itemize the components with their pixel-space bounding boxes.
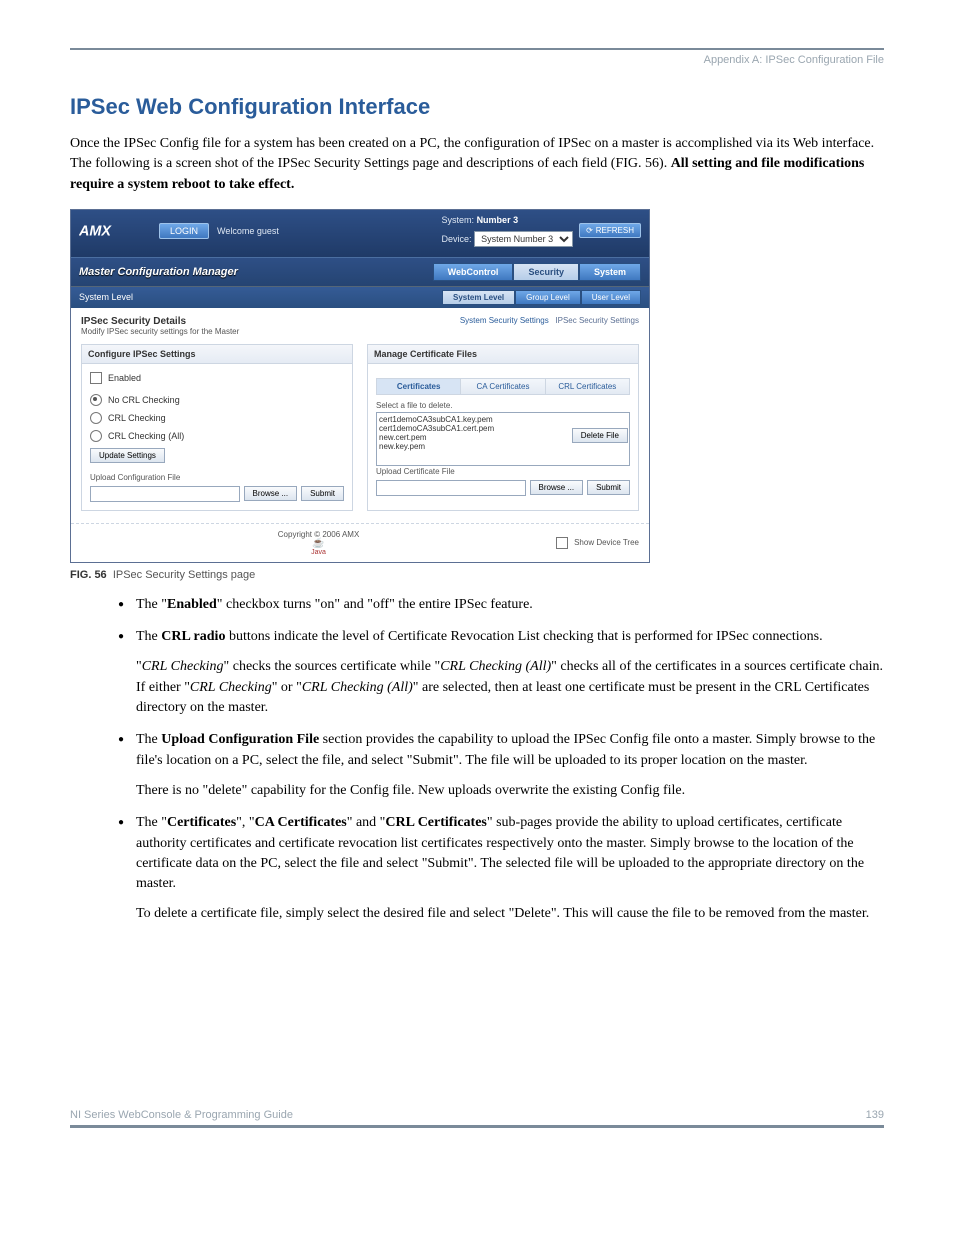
show-tree-label: Show Device Tree [574,538,639,547]
update-settings-button[interactable]: Update Settings [90,448,165,463]
upload-config-input[interactable] [90,486,240,502]
figure-caption-text: IPSec Security Settings page [113,569,255,581]
footer-page-number: 139 [866,1109,884,1121]
screenshot-panel: AMX LOGIN Welcome guest System: Number 3… [70,209,650,563]
file-item[interactable]: new.key.pem [379,442,627,451]
submit-cert-button[interactable]: Submit [587,480,630,495]
subtab-crl-certificates[interactable]: CRL Certificates [546,379,629,394]
link-ipsec-security[interactable]: IPSec Security Settings [555,316,639,325]
cert-subtabs: Certificates CA Certificates CRL Certifi… [376,378,630,395]
browse-cert-button[interactable]: Browse ... [530,480,584,495]
system-info: System: Number 3 Device: System Number 3 [442,215,574,247]
enabled-label: Enabled [108,373,141,383]
bullet-list: The "Enabled" checkbox turns "on" and "o… [70,595,884,925]
radio-crl-all[interactable] [90,430,102,442]
submit-config-button[interactable]: Submit [301,486,344,501]
bullet-crl-radio: The CRL radio buttons indicate the level… [118,627,884,718]
system-label: System: [442,215,475,225]
certificates-panel: Manage Certificate Files Certificates CA… [367,344,639,511]
tab-webcontrol[interactable]: WebControl [433,263,514,281]
java-cup-icon: ☕ [312,538,324,549]
java-label: Java [311,549,326,556]
system-value: Number 3 [477,215,519,225]
link-system-security[interactable]: System Security Settings [460,316,549,325]
browse-config-button[interactable]: Browse ... [244,486,298,501]
refresh-label: REFRESH [596,226,634,235]
shot-footer: Copyright © 2006 AMX ☕Java Show Device T… [71,523,649,562]
radio-crl[interactable] [90,412,102,424]
page-footer: NI Series WebConsole & Programming Guide… [70,1109,884,1128]
radio-no-crl-label: No CRL Checking [108,395,180,405]
subtab-group-level[interactable]: Group Level [515,290,581,305]
configure-header: Configure IPSec Settings [81,344,353,364]
bullet-upload-config: The Upload Configuration File section pr… [118,730,884,801]
details-heading: IPSec Security Details [81,316,239,327]
main-tabs: WebControl Security System [433,263,641,281]
tab-system[interactable]: System [579,263,641,281]
logo-block: AMX LOGIN Welcome guest [79,222,279,240]
intro-paragraph: Once the IPSec Config file for a system … [70,134,884,195]
upload-config-label: Upload Configuration File [90,473,344,482]
details-subheading: Modify IPSec security settings for the M… [81,327,239,336]
device-label: Device: [442,234,472,244]
figure-number: FIG. 56 [70,569,107,581]
settings-links: System Security Settings IPSec Security … [460,316,639,325]
subtab-ca-certificates[interactable]: CA Certificates [461,379,545,394]
show-tree-checkbox[interactable] [556,537,568,549]
tab-security[interactable]: Security [513,263,579,281]
delete-file-button[interactable]: Delete File [572,428,628,443]
mcm-title: Master Configuration Manager [79,266,238,278]
bullet-certificates: The "Certificates", "CA Certificates" an… [118,813,884,924]
radio-crl-all-label: CRL Checking (All) [108,431,184,441]
upload-cert-input[interactable] [376,480,526,496]
configure-panel: Configure IPSec Settings Enabled No CRL … [81,344,353,511]
java-badge: ☕Java [81,539,556,556]
footer-title: NI Series WebConsole & Programming Guide [70,1109,293,1121]
figure-56: AMX LOGIN Welcome guest System: Number 3… [70,209,884,563]
header-appendix: Appendix A: IPSec Configuration File [70,54,884,66]
enabled-checkbox[interactable] [90,372,102,384]
select-file-note: Select a file to delete. [376,401,630,410]
bullet-enabled: The "Enabled" checkbox turns "on" and "o… [118,595,884,615]
refresh-icon: ⟳ [586,226,593,235]
mcm-row: Master Configuration Manager WebControl … [71,257,649,286]
radio-no-crl[interactable] [90,394,102,406]
subtab-certificates[interactable]: Certificates [377,379,461,394]
amx-logo-icon: AMX [79,222,151,240]
refresh-button[interactable]: ⟳REFRESH [579,223,641,238]
upload-cert-label: Upload Certificate File [376,467,630,476]
level-subtabs: System Level Group Level User Level [442,290,641,305]
section-title: IPSec Web Configuration Interface [70,94,884,120]
certificates-header: Manage Certificate Files [367,344,639,364]
subtab-system-level[interactable]: System Level [442,290,515,305]
details-panel: IPSec Security Details Modify IPSec secu… [71,308,649,523]
syslevel-row: System Level System Level Group Level Us… [71,286,649,308]
syslevel-title: System Level [79,292,133,302]
file-item[interactable]: cert1demoCA3subCA1.key.pem [379,415,627,424]
welcome-text: Welcome guest [217,226,279,236]
shot-topbar: AMX LOGIN Welcome guest System: Number 3… [71,210,649,257]
subtab-user-level[interactable]: User Level [581,290,641,305]
login-button[interactable]: LOGIN [159,223,209,239]
svg-text:AMX: AMX [79,223,112,239]
figure-caption: FIG. 56 IPSec Security Settings page [70,569,884,581]
radio-crl-label: CRL Checking [108,413,166,423]
device-select[interactable]: System Number 3 [474,231,573,247]
